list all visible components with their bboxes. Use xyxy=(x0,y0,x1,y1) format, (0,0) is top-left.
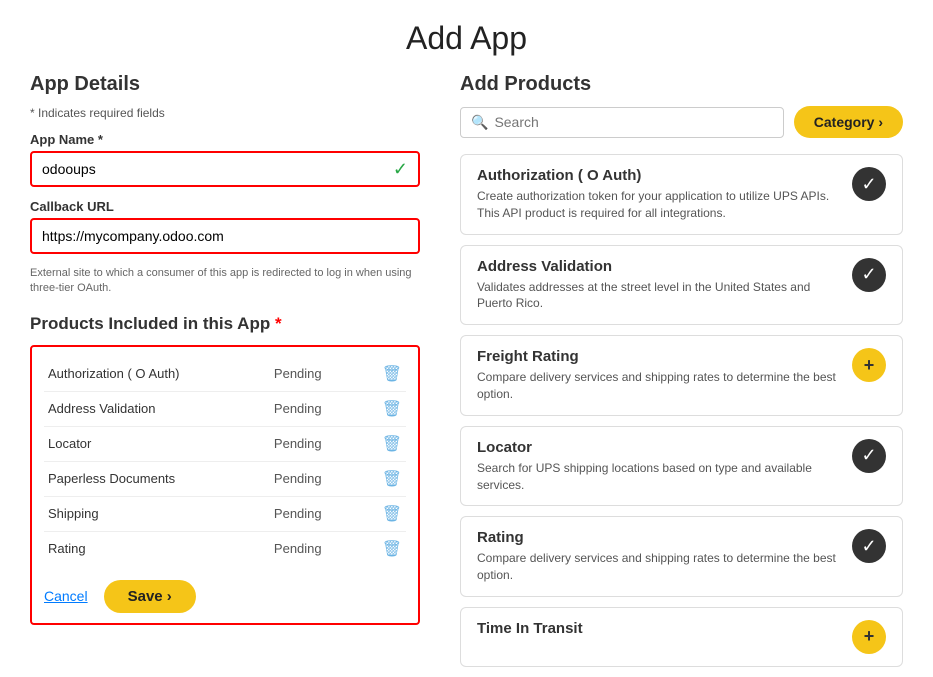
product-status: Pending xyxy=(270,496,360,531)
app-name-input[interactable] xyxy=(32,153,393,185)
product-card-title: Locator xyxy=(477,439,840,456)
product-status: Pending xyxy=(270,531,360,566)
check-icon: ✓ xyxy=(393,159,418,180)
product-card-title: Address Validation xyxy=(477,258,840,275)
trash-icon[interactable]: 🗑 xyxy=(382,506,402,523)
required-star: * xyxy=(275,314,282,333)
product-toggle-button[interactable]: + xyxy=(852,348,886,382)
product-card: Locator Search for UPS shipping location… xyxy=(460,426,903,507)
product-card: Authorization ( O Auth) Create authoriza… xyxy=(460,154,903,235)
delete-action[interactable]: 🗑 xyxy=(360,496,406,531)
product-status: Pending xyxy=(270,357,360,392)
search-input-wrapper: 🔍 xyxy=(460,107,784,138)
product-card-content: Rating Compare delivery services and shi… xyxy=(477,529,840,584)
callback-url-note: External site to which a consumer of thi… xyxy=(30,266,420,297)
delete-action[interactable]: 🗑 xyxy=(360,426,406,461)
product-card: Freight Rating Compare delivery services… xyxy=(460,335,903,416)
add-products-title: Add Products xyxy=(460,73,903,96)
product-card-content: Freight Rating Compare delivery services… xyxy=(477,348,840,403)
product-card-desc: Compare delivery services and shipping r… xyxy=(477,550,840,584)
delete-action[interactable]: 🗑 xyxy=(360,357,406,392)
product-card-desc: Compare delivery services and shipping r… xyxy=(477,369,840,403)
search-input[interactable] xyxy=(494,114,772,130)
callback-url-input-wrapper xyxy=(30,218,420,254)
products-table: Authorization ( O Auth) Pending 🗑 Addres… xyxy=(44,357,406,566)
bottom-actions: Cancel Save › xyxy=(44,580,406,613)
table-row: Rating Pending 🗑 xyxy=(44,531,406,566)
left-panel: App Details * Indicates required fields … xyxy=(30,73,450,677)
table-row: Address Validation Pending 🗑 xyxy=(44,391,406,426)
product-card-title: Time In Transit xyxy=(477,620,840,637)
category-button[interactable]: Category › xyxy=(794,106,903,138)
app-name-input-wrapper: ✓ xyxy=(30,151,420,187)
products-included-title: Products Included in this App * xyxy=(30,313,420,335)
product-card-content: Address Validation Validates addresses a… xyxy=(477,258,840,313)
product-card-content: Authorization ( O Auth) Create authoriza… xyxy=(477,167,840,222)
product-card-title: Rating xyxy=(477,529,840,546)
delete-action[interactable]: 🗑 xyxy=(360,461,406,496)
search-row: 🔍 Category › xyxy=(460,106,903,138)
product-name: Shipping xyxy=(44,496,270,531)
app-name-label: App Name * xyxy=(30,132,420,147)
product-name: Rating xyxy=(44,531,270,566)
product-status: Pending xyxy=(270,426,360,461)
search-icon: 🔍 xyxy=(471,114,488,131)
trash-icon[interactable]: 🗑 xyxy=(382,366,402,383)
product-toggle-button[interactable]: ✓ xyxy=(852,258,886,292)
callback-url-input[interactable] xyxy=(32,220,418,252)
save-button[interactable]: Save › xyxy=(104,580,196,613)
product-name: Address Validation xyxy=(44,391,270,426)
product-name: Authorization ( O Auth) xyxy=(44,357,270,392)
table-row: Locator Pending 🗑 xyxy=(44,426,406,461)
trash-icon[interactable]: 🗑 xyxy=(382,436,402,453)
product-card-content: Time In Transit xyxy=(477,620,840,641)
table-row: Authorization ( O Auth) Pending 🗑 xyxy=(44,357,406,392)
product-status: Pending xyxy=(270,461,360,496)
product-card-title: Freight Rating xyxy=(477,348,840,365)
product-card-content: Locator Search for UPS shipping location… xyxy=(477,439,840,494)
product-card: Time In Transit + xyxy=(460,607,903,667)
table-row: Shipping Pending 🗑 xyxy=(44,496,406,531)
trash-icon[interactable]: 🗑 xyxy=(382,541,402,558)
delete-action[interactable]: 🗑 xyxy=(360,531,406,566)
right-panel: Add Products 🔍 Category › Authorization … xyxy=(450,73,903,677)
product-status: Pending xyxy=(270,391,360,426)
page-title: Add App xyxy=(0,0,933,73)
products-table-wrapper: Authorization ( O Auth) Pending 🗑 Addres… xyxy=(30,345,420,625)
required-note: * Indicates required fields xyxy=(30,106,420,120)
product-toggle-button[interactable]: + xyxy=(852,620,886,654)
product-name: Locator xyxy=(44,426,270,461)
product-card: Rating Compare delivery services and shi… xyxy=(460,516,903,597)
app-details-title: App Details xyxy=(30,73,420,96)
product-card: Address Validation Validates addresses a… xyxy=(460,245,903,326)
product-toggle-button[interactable]: ✓ xyxy=(852,439,886,473)
product-card-desc: Search for UPS shipping locations based … xyxy=(477,460,840,494)
product-card-desc: Create authorization token for your appl… xyxy=(477,188,840,222)
trash-icon[interactable]: 🗑 xyxy=(382,471,402,488)
callback-url-label: Callback URL xyxy=(30,199,420,214)
product-card-desc: Validates addresses at the street level … xyxy=(477,279,840,313)
table-row: Paperless Documents Pending 🗑 xyxy=(44,461,406,496)
cancel-button[interactable]: Cancel xyxy=(44,588,88,604)
delete-action[interactable]: 🗑 xyxy=(360,391,406,426)
product-name: Paperless Documents xyxy=(44,461,270,496)
product-cards-container: Authorization ( O Auth) Create authoriza… xyxy=(460,154,903,667)
trash-icon[interactable]: 🗑 xyxy=(382,401,402,418)
product-card-title: Authorization ( O Auth) xyxy=(477,167,840,184)
product-toggle-button[interactable]: ✓ xyxy=(852,529,886,563)
product-toggle-button[interactable]: ✓ xyxy=(852,167,886,201)
